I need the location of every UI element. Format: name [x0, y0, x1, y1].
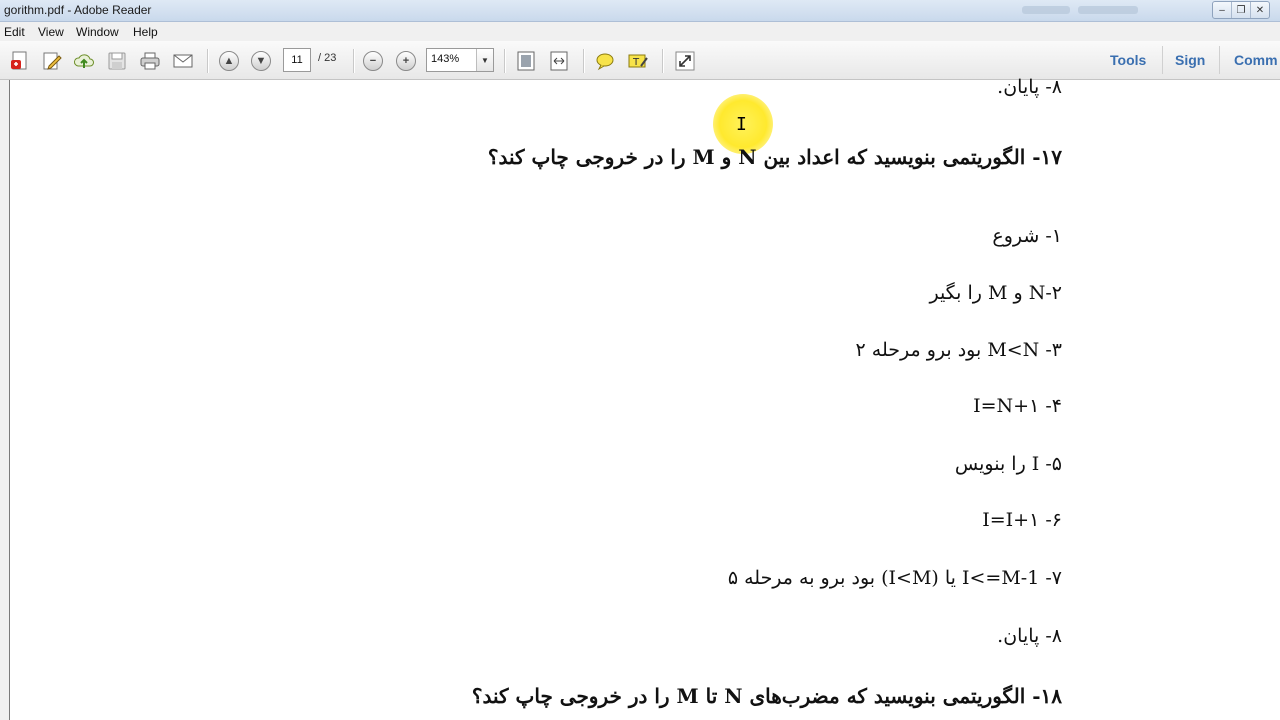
question-heading: ۱۸- الگوریتمی بنویسید که مضرب‌های N تا M…: [471, 684, 1062, 708]
doc-line: ۱- شروع: [992, 225, 1062, 247]
doc-line: ۳- M<N بود برو مرحله ۲: [855, 339, 1062, 361]
comment-icon[interactable]: [594, 50, 616, 72]
toolbar: ▲ ▼ − + T: [0, 41, 1280, 80]
create-pdf-icon[interactable]: [9, 50, 31, 72]
zoom-select[interactable]: 143% ▼: [426, 48, 494, 72]
plus-icon[interactable]: +: [395, 50, 417, 72]
expand-icon[interactable]: [674, 50, 696, 72]
save-icon[interactable]: [106, 50, 128, 72]
cloud-upload-icon[interactable]: [73, 50, 95, 72]
doc-line: ۶- I=I+۱: [982, 509, 1062, 531]
doc-line: ۴- I=N+۱: [973, 395, 1062, 417]
restore-icon[interactable]: ❐: [1232, 2, 1251, 18]
fit-width-icon[interactable]: [548, 50, 570, 72]
minus-icon[interactable]: −: [362, 50, 384, 72]
navigation-pane-edge[interactable]: [0, 80, 10, 720]
arrow-up-icon[interactable]: ▲: [218, 50, 240, 72]
print-icon[interactable]: [139, 50, 161, 72]
zoom-value: 143%: [431, 53, 460, 65]
question-heading: ۱۷- الگوریتمی بنویسید که اعداد بین N و M…: [487, 145, 1062, 169]
menu-bar: Edit View Window Help: [0, 22, 1280, 41]
window-title: gorithm.pdf - Adobe Reader: [4, 3, 152, 17]
svg-text:T: T: [632, 57, 640, 68]
close-icon[interactable]: ✕: [1251, 2, 1269, 18]
doc-line: ۸- پایان.: [997, 76, 1062, 98]
comment-link[interactable]: Comm: [1234, 52, 1278, 68]
doc-line: ۸- پایان.: [997, 625, 1062, 647]
tools-link[interactable]: Tools: [1110, 52, 1146, 68]
menu-window[interactable]: Window: [76, 25, 119, 39]
blurred-area: [1078, 6, 1138, 14]
blurred-area: [1022, 6, 1070, 14]
doc-line: ۷- I<=M-1 یا (I<M) بود برو به مرحله ۵: [727, 567, 1062, 589]
title-bar: gorithm.pdf - Adobe Reader – ❐ ✕: [0, 0, 1280, 22]
doc-line: ۲-N و M را بگیر: [929, 282, 1062, 304]
arrow-down-icon[interactable]: ▼: [250, 50, 272, 72]
doc-line: ۵- I را بنویس: [954, 453, 1062, 475]
document-page[interactable]: [10, 80, 1280, 720]
minimize-icon[interactable]: –: [1213, 2, 1232, 18]
menu-help[interactable]: Help: [133, 25, 158, 39]
text-cursor-icon: I: [736, 114, 747, 135]
fit-page-icon[interactable]: [515, 50, 537, 72]
menu-view[interactable]: View: [38, 25, 64, 39]
window-controls: – ❐ ✕: [1212, 1, 1270, 19]
menu-edit[interactable]: Edit: [4, 25, 25, 39]
edit-icon[interactable]: [41, 50, 63, 72]
email-icon[interactable]: [172, 50, 194, 72]
sign-link[interactable]: Sign: [1175, 52, 1205, 68]
highlight-icon[interactable]: T: [627, 50, 649, 72]
page-total: / 23: [318, 52, 337, 64]
chevron-down-icon[interactable]: ▼: [476, 49, 493, 71]
page-number-input[interactable]: 11: [283, 48, 311, 72]
